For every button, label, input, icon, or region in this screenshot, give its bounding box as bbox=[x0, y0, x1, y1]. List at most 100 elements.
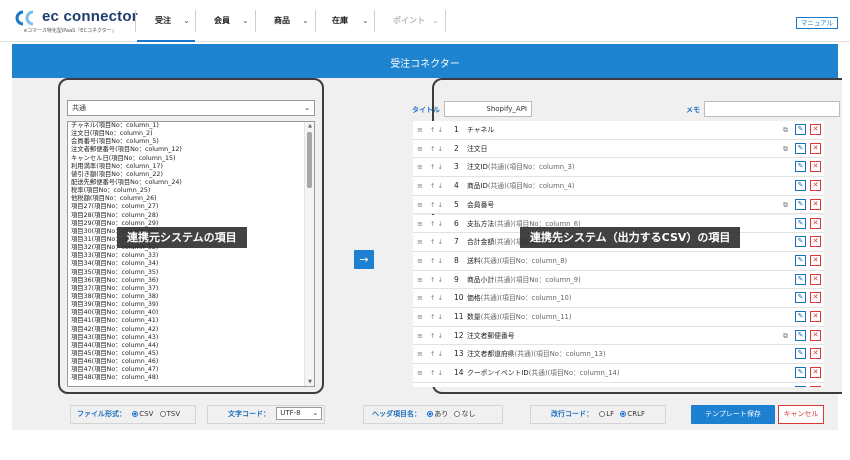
edit-icon[interactable]: ✎ bbox=[795, 217, 806, 229]
source-scrollbar[interactable]: ▲ ▼ bbox=[304, 122, 314, 386]
logo[interactable]: ec connector eコマース特化型iPaaS『ECコネクター』 bbox=[14, 8, 138, 38]
source-list-item[interactable]: 項目46(項目No：column_46) bbox=[68, 358, 314, 366]
move-arrows-icon[interactable]: ↑↓ bbox=[430, 271, 445, 289]
move-arrows-icon[interactable]: ↑↓ bbox=[430, 327, 445, 345]
source-list-item[interactable]: 項目36(項目No：column_36) bbox=[68, 277, 314, 285]
drag-handle-icon[interactable]: ≡ bbox=[417, 327, 423, 345]
destination-row[interactable]: ≡ ↑↓ 5 会員番号 ⧉ ✎ ✕ bbox=[413, 195, 824, 215]
move-arrows-icon[interactable]: ↑↓ bbox=[430, 215, 445, 233]
drag-handle-icon[interactable]: ≡ bbox=[417, 121, 423, 139]
move-arrows-icon[interactable]: ↑↓ bbox=[430, 289, 445, 307]
drag-handle-icon[interactable]: ≡ bbox=[417, 196, 423, 214]
destination-row[interactable]: ≡ ↑↓ 1 チャネル ⧉ ✎ ✕ bbox=[413, 121, 824, 140]
encoding-select[interactable]: UTF-8 ⌄ bbox=[276, 407, 323, 420]
edit-icon[interactable]: ✎ bbox=[795, 385, 806, 387]
move-arrows-icon[interactable]: ↑↓ bbox=[430, 364, 445, 382]
destination-row[interactable]: ≡ ↑↓ 8 送料(共通)(項目No：column_8) ✎ ✕ bbox=[413, 251, 824, 271]
drag-handle-icon[interactable]: ≡ bbox=[417, 345, 423, 363]
edit-icon[interactable]: ✎ bbox=[795, 198, 806, 210]
delete-icon[interactable]: ✕ bbox=[810, 142, 821, 154]
save-template-button[interactable]: テンプレート保存 bbox=[691, 405, 775, 424]
delete-icon[interactable]: ✕ bbox=[810, 273, 821, 285]
move-arrows-icon[interactable]: ↑↓ bbox=[430, 140, 445, 158]
nav-item-products[interactable]: 商品 ⌄ bbox=[256, 0, 314, 42]
source-list-item[interactable]: 項目42(項目No：column_42) bbox=[68, 326, 314, 334]
add-field-button[interactable]: → bbox=[354, 250, 374, 269]
destination-row[interactable]: ≡ ↑↓ 2 注文日 ⧉ ✎ ✕ bbox=[413, 139, 824, 159]
radio-lf[interactable] bbox=[599, 411, 606, 417]
destination-row[interactable]: ≡ ↑↓ 3 注文ID(共通)(項目No：column_3) ✎ ✕ bbox=[413, 158, 824, 178]
radio-csv[interactable] bbox=[132, 411, 139, 417]
destination-row[interactable]: ≡ ↑↓ 9 商品小計(共通)(項目No：column_9) ✎ ✕ bbox=[413, 270, 824, 290]
source-list-item[interactable]: 項目35(項目No：column_35) bbox=[68, 269, 314, 277]
edit-icon[interactable]: ✎ bbox=[795, 236, 806, 248]
source-list-item[interactable]: 項目43(項目No：column_43) bbox=[68, 334, 314, 342]
source-list-item[interactable]: 項目37(項目No：column_37) bbox=[68, 285, 314, 293]
edit-icon[interactable]: ✎ bbox=[795, 329, 806, 341]
drag-handle-icon[interactable]: ≡ bbox=[417, 252, 423, 270]
source-list-item[interactable]: チャネル(項目No：column_1) bbox=[68, 122, 314, 130]
edit-icon[interactable]: ✎ bbox=[795, 180, 806, 192]
source-list-item[interactable]: 値引き額(項目No：column_22) bbox=[68, 171, 314, 179]
copy-icon[interactable]: ⧉ bbox=[783, 330, 788, 342]
destination-row[interactable]: ≡ ↑↓ 13 注文者都道府県(共通)(項目No：column_13) ✎ ✕ bbox=[413, 345, 824, 365]
source-system-select[interactable]: 共通 ⌄ bbox=[67, 100, 315, 116]
destination-row[interactable]: ≡ ↑↓ 10 価格(共通)(項目No：column_10) ✎ ✕ bbox=[413, 289, 824, 308]
drag-handle-icon[interactable]: ≡ bbox=[417, 271, 423, 289]
delete-icon[interactable]: ✕ bbox=[810, 236, 821, 248]
cancel-button[interactable]: キャンセル bbox=[778, 405, 824, 424]
destination-row[interactable]: ≡ ↑↓ 4 商品ID(共通)(項目No：column_4) ✎ ✕ bbox=[413, 177, 824, 196]
copy-icon[interactable]: ⧉ bbox=[783, 124, 788, 136]
edit-icon[interactable]: ✎ bbox=[795, 367, 806, 379]
edit-icon[interactable]: ✎ bbox=[795, 292, 806, 304]
move-arrows-icon[interactable]: ↑↓ bbox=[430, 233, 445, 251]
radio-tsv[interactable] bbox=[159, 411, 166, 417]
tsv-option-label[interactable]: TSV bbox=[167, 410, 181, 418]
drag-handle-icon[interactable]: ≡ bbox=[417, 308, 423, 326]
radio-crlf[interactable] bbox=[620, 411, 627, 417]
move-arrows-icon[interactable]: ↑↓ bbox=[430, 252, 445, 270]
move-arrows-icon[interactable]: ↑↓ bbox=[430, 196, 445, 214]
source-list-item[interactable]: 項目39(項目No：column_39) bbox=[68, 301, 314, 309]
delete-icon[interactable]: ✕ bbox=[810, 180, 821, 192]
edit-icon[interactable]: ✎ bbox=[795, 254, 806, 266]
source-list-item[interactable]: 利用満率(項目No：column_17) bbox=[68, 163, 314, 171]
move-arrows-icon[interactable]: ↑↓ bbox=[430, 308, 445, 326]
source-list-item[interactable]: 項目48(項目No：column_48) bbox=[68, 374, 314, 382]
edit-icon[interactable]: ✎ bbox=[795, 273, 806, 285]
edit-icon[interactable]: ✎ bbox=[795, 124, 806, 135]
manual-button[interactable]: マニュアル bbox=[796, 17, 838, 29]
drag-handle-icon[interactable]: ≡ bbox=[417, 140, 423, 158]
delete-icon[interactable]: ✕ bbox=[810, 329, 821, 341]
source-list-item[interactable]: 項目34(項目No：column_34) bbox=[68, 260, 314, 268]
radio-header-no[interactable] bbox=[454, 411, 461, 417]
scroll-thumb[interactable] bbox=[307, 132, 312, 188]
delete-icon[interactable]: ✕ bbox=[810, 367, 821, 379]
destination-row[interactable]: ≡ ↑↓ 14 クーポンイベントID(共通)(項目No：column_14) ✎ ✕ bbox=[413, 364, 824, 383]
drag-handle-icon[interactable]: ≡ bbox=[417, 158, 423, 176]
source-list-item[interactable]: 項目27(項目No：column_27) bbox=[68, 203, 314, 211]
nav-item-inventory[interactable]: 在庫 ⌄ bbox=[316, 0, 374, 42]
source-list-item[interactable]: 項目44(項目No：column_44) bbox=[68, 342, 314, 350]
move-arrows-icon[interactable]: ↑↓ bbox=[430, 177, 445, 195]
delete-icon[interactable]: ✕ bbox=[810, 161, 821, 173]
move-arrows-icon[interactable]: ↑↓ bbox=[430, 345, 445, 363]
delete-icon[interactable]: ✕ bbox=[810, 385, 821, 387]
nav-item-orders[interactable]: 受注 ⌄ bbox=[137, 0, 195, 42]
crlf-option-label[interactable]: CRLF bbox=[627, 410, 645, 418]
source-list-item[interactable]: 項目38(項目No：column_38) bbox=[68, 293, 314, 301]
memo-input[interactable] bbox=[704, 101, 840, 117]
source-list-item[interactable]: 配送先郵便番号(項目No：column_24) bbox=[68, 179, 314, 187]
nav-item-members[interactable]: 会員 ⌄ bbox=[196, 0, 254, 42]
csv-option-label[interactable]: CSV bbox=[139, 410, 153, 418]
title-input[interactable]: Shopify_API bbox=[444, 101, 532, 117]
drag-handle-icon[interactable]: ≡ bbox=[417, 289, 423, 307]
delete-icon[interactable]: ✕ bbox=[810, 348, 821, 360]
copy-icon[interactable]: ⧉ bbox=[783, 199, 788, 211]
source-list-item[interactable]: 項目45(項目No：column_45) bbox=[68, 350, 314, 358]
delete-icon[interactable]: ✕ bbox=[810, 254, 821, 266]
drag-handle-icon[interactable]: ≡ bbox=[417, 364, 423, 382]
scroll-down-icon[interactable]: ▼ bbox=[305, 378, 314, 386]
drag-handle-icon[interactable]: ≡ bbox=[417, 233, 423, 251]
lf-option-label[interactable]: LF bbox=[606, 410, 614, 418]
